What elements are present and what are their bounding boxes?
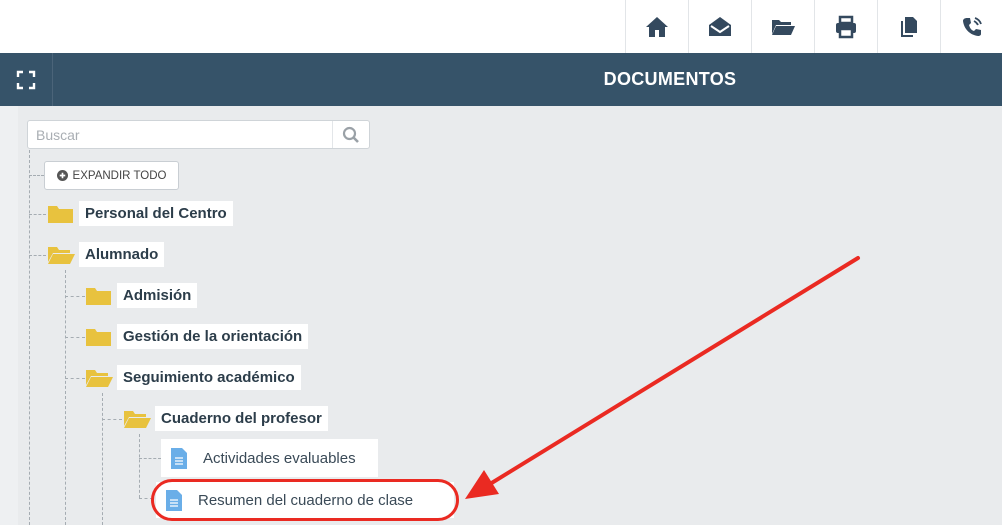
print-button[interactable] bbox=[814, 0, 877, 53]
tree-node-seguimiento-academico[interactable]: Seguimiento académico bbox=[85, 365, 301, 390]
home-button[interactable] bbox=[625, 0, 688, 53]
documents-button[interactable] bbox=[751, 0, 814, 53]
tree-node-alumnado[interactable]: Alumnado bbox=[47, 242, 165, 267]
fullscreen-icon bbox=[16, 70, 36, 89]
tree-node-resumen-cuaderno[interactable]: Resumen del cuaderno de clase bbox=[156, 482, 454, 518]
tree-node-label: Admisión bbox=[117, 283, 198, 308]
tree-line bbox=[29, 214, 46, 215]
folder-open-icon bbox=[772, 19, 795, 35]
search-box bbox=[27, 120, 370, 149]
tree-line bbox=[139, 458, 161, 459]
tree-node-label: Personal del Centro bbox=[79, 201, 233, 226]
phone-button[interactable] bbox=[940, 0, 1002, 53]
tree-node-label: Seguimiento académico bbox=[117, 365, 301, 390]
search-input[interactable] bbox=[28, 121, 349, 148]
tree-line bbox=[29, 255, 46, 256]
tree-node-admision[interactable]: Admisión bbox=[85, 283, 198, 308]
tree-line bbox=[139, 434, 140, 498]
tree-line bbox=[65, 337, 85, 338]
top-toolbar bbox=[0, 0, 1002, 53]
folder-icon bbox=[86, 287, 111, 305]
tree-line bbox=[65, 270, 66, 525]
expand-all-label: EXPANDIR TODO bbox=[72, 169, 167, 182]
tree-line bbox=[65, 378, 85, 379]
phone-icon bbox=[963, 16, 982, 36]
folder-open-icon bbox=[48, 246, 75, 264]
copy-icon bbox=[901, 16, 917, 37]
tree-node-label: Resumen del cuaderno de clase bbox=[198, 491, 414, 509]
folder-open-icon bbox=[124, 410, 151, 428]
search-button[interactable] bbox=[332, 121, 369, 148]
home-icon bbox=[646, 16, 668, 37]
plus-circle-icon bbox=[56, 170, 68, 181]
expand-all-button[interactable]: EXPANDIR TODO bbox=[44, 161, 179, 190]
tree-node-label: Actividades evaluables bbox=[203, 449, 356, 467]
fullscreen-button[interactable] bbox=[0, 53, 53, 106]
messages-button[interactable] bbox=[688, 0, 751, 53]
page-title: DOCUMENTOS bbox=[603, 69, 737, 89]
tree-node-label: Cuaderno del profesor bbox=[155, 406, 328, 431]
file-icon bbox=[166, 489, 182, 511]
printer-icon bbox=[836, 15, 856, 38]
tree-node-gestion-orientacion[interactable]: Gestión de la orientación bbox=[85, 324, 309, 349]
tree-node-label: Gestión de la orientación bbox=[117, 324, 309, 349]
tree-node-personal-del-centro[interactable]: Personal del Centro bbox=[47, 201, 233, 226]
tree-node-cuaderno-profesor[interactable]: Cuaderno del profesor bbox=[123, 406, 328, 431]
tree-line bbox=[29, 150, 30, 525]
tree-line bbox=[102, 393, 103, 525]
tree-line bbox=[102, 419, 122, 420]
search-icon bbox=[342, 126, 359, 143]
copy-button[interactable] bbox=[877, 0, 940, 53]
file-icon bbox=[171, 447, 187, 469]
tree-line bbox=[65, 296, 85, 297]
folder-icon bbox=[48, 205, 73, 223]
folder-open-icon bbox=[86, 369, 113, 387]
tree-line bbox=[139, 498, 153, 499]
folder-icon bbox=[86, 328, 111, 346]
tree-node-actividades-evaluables[interactable]: Actividades evaluables bbox=[161, 439, 378, 477]
envelope-icon bbox=[709, 16, 731, 36]
tree-line bbox=[29, 175, 44, 176]
tree-node-label: Alumnado bbox=[79, 242, 165, 267]
documents-header: DOCUMENTOS bbox=[0, 53, 1002, 106]
